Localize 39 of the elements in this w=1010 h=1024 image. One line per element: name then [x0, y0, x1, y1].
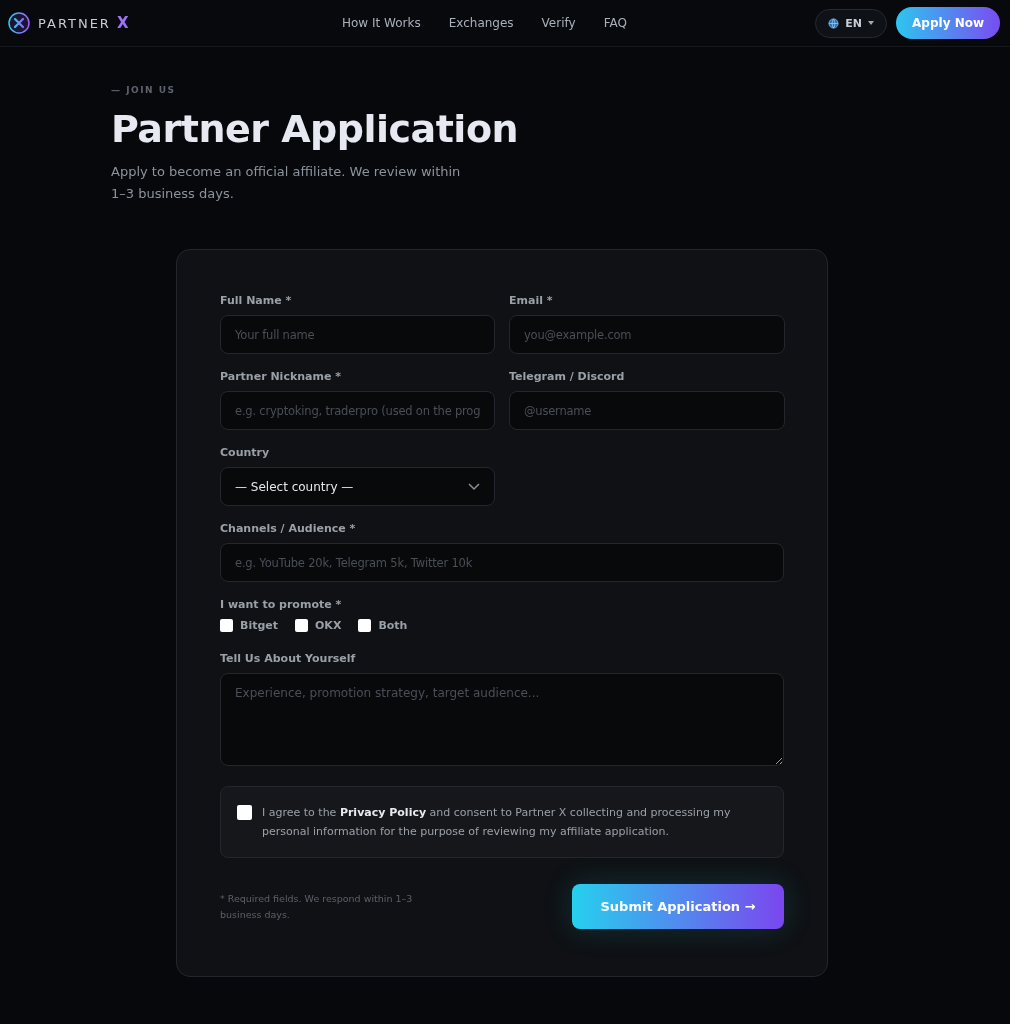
page-subtitle: Apply to become an official affiliate. We review within 1–3 business days.: [111, 163, 462, 203]
nav-link[interactable]: FAQ: [603, 16, 627, 30]
checkbox-option[interactable]: OKX: [295, 619, 342, 632]
input-field[interactable]: e.g. YouTube 20k, Telegram 5k, Twitter 10k: [220, 543, 784, 582]
text-area[interactable]: Experience, promotion strategy, target audience...: [220, 673, 784, 766]
input-field[interactable]: you@example.com: [509, 315, 785, 354]
checkbox-option[interactable]: Bitget: [220, 619, 278, 632]
page-title: Partner Application: [111, 107, 520, 151]
nav-link[interactable]: Exchanges: [448, 16, 514, 30]
checkbox[interactable]: [295, 619, 308, 632]
field-label: Country: [220, 446, 271, 459]
consent-text: I agree to the Privacy Policy and consent to Partner X collecting and processing my personal information for the purpose of reviewing my affiliate application.: [262, 805, 732, 840]
field-label: Full Name *: [220, 294, 293, 307]
submit-button[interactable]: Submit Application →: [572, 884, 784, 929]
checkbox[interactable]: [358, 619, 372, 632]
apply-button[interactable]: Apply Now: [896, 7, 1000, 39]
input-field[interactable]: e.g. cryptoking, traderpro (used on the prog: [220, 391, 495, 430]
field-label: Telegram / Discord: [509, 370, 626, 383]
logo-icon: [8, 12, 30, 34]
field-label: Email *: [509, 294, 554, 307]
required-note: * Required fields. We respond within 1–3 business days.: [220, 891, 414, 922]
nav-link[interactable]: How It Works: [342, 16, 421, 30]
language-button[interactable]: EN: [815, 8, 888, 38]
consent-checkbox[interactable]: [237, 805, 252, 820]
field-label: Partner Nickname *: [220, 370, 342, 383]
eyebrow-text: — JOIN US: [111, 85, 177, 95]
nav-link[interactable]: Verify: [541, 16, 576, 30]
field-label: I want to promote *: [220, 598, 343, 611]
checkbox-option[interactable]: Both: [358, 619, 408, 632]
brand-name: PARTNER X: [38, 14, 131, 32]
input-field[interactable]: @username: [509, 391, 785, 430]
country-select[interactable]: — Select country —: [220, 467, 495, 506]
field-label: Channels / Audience *: [220, 522, 357, 535]
caret-icon: [868, 21, 875, 25]
input-field[interactable]: Your full name: [220, 315, 495, 354]
chevron-down-icon: [468, 482, 480, 491]
globe-icon: [828, 17, 840, 29]
checkbox[interactable]: [220, 619, 233, 632]
field-label: Tell Us About Yourself: [220, 652, 357, 665]
